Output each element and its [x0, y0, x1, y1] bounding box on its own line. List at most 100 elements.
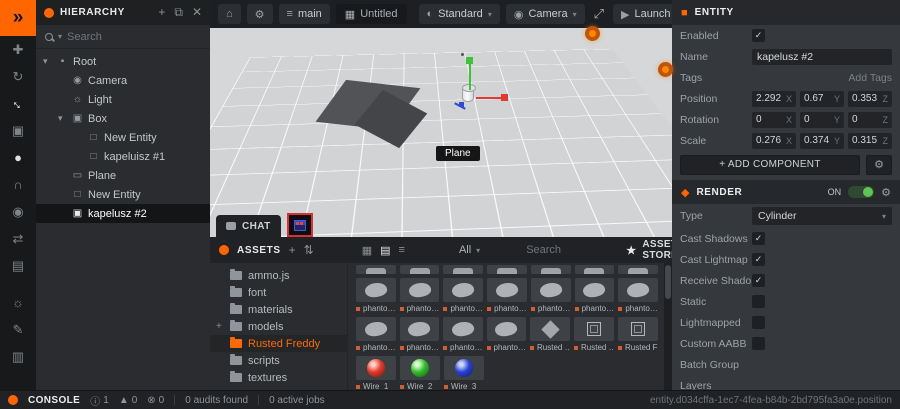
- chat-tab[interactable]: CHAT: [216, 215, 281, 237]
- folder-rusted-freddy-selected[interactable]: Rusted Freddy: [210, 335, 347, 352]
- cast-lightmap-checkbox[interactable]: ✓: [752, 253, 765, 266]
- asset-tile-phanto[interactable]: phanto…: [356, 317, 396, 352]
- warning-count[interactable]: ▲ 0: [119, 395, 137, 406]
- info-count[interactable]: ⓘ 1: [90, 393, 109, 408]
- shading-dropdown[interactable]: ◐ Standard ▾: [418, 4, 500, 24]
- receive-shadows-checkbox[interactable]: ✓: [752, 274, 765, 287]
- gizmo-x-handle[interactable]: [501, 94, 508, 101]
- asset-tile-rusted-material[interactable]: Rusted …: [530, 317, 570, 352]
- folder-textures[interactable]: textures: [210, 369, 347, 386]
- rotate-tool-icon[interactable]: ↻: [0, 63, 36, 90]
- scrollbar-thumb[interactable]: [665, 265, 671, 299]
- asset-tile-rusted-freddy[interactable]: Rusted Fr…: [618, 317, 658, 352]
- asset-tile[interactable]: [574, 265, 615, 274]
- translate-tool-icon[interactable]: ✚: [0, 36, 36, 63]
- gizmo-y-handle[interactable]: [466, 57, 473, 64]
- snap-tool-icon[interactable]: ∩: [0, 171, 36, 198]
- add-component-button[interactable]: + ADD COMPONENT: [680, 154, 860, 175]
- delete-entity-icon[interactable]: ✕: [192, 5, 202, 20]
- name-field[interactable]: [752, 48, 892, 65]
- asset-tile-phanto[interactable]: phanto…: [618, 278, 659, 313]
- playcanvas-logo-icon[interactable]: »: [0, 0, 36, 36]
- folder-ammo-js[interactable]: ammo.js: [210, 267, 347, 284]
- gizmo-x-axis[interactable]: [476, 97, 502, 99]
- tree-item-kapeluisz-1[interactable]: □ kapeluisz #1: [36, 147, 210, 166]
- asset-tile[interactable]: [487, 265, 527, 274]
- asset-tile[interactable]: [399, 265, 440, 274]
- folder-font[interactable]: font: [210, 284, 347, 301]
- folder-models[interactable]: + models: [210, 318, 347, 335]
- position-x-field[interactable]: 2.292 X: [752, 90, 796, 107]
- cylinder-entity[interactable]: [462, 84, 476, 102]
- assets-search-input[interactable]: [526, 244, 619, 256]
- view-large-grid-icon[interactable]: ▤: [380, 244, 390, 257]
- cast-shadows-checkbox[interactable]: ✓: [752, 232, 765, 245]
- resize-tool-icon[interactable]: ▣: [0, 117, 36, 144]
- asset-tile[interactable]: [443, 265, 484, 274]
- asset-store-button[interactable]: ★ ASSET STORE: [626, 239, 678, 261]
- tree-item-plane[interactable]: ▭ Plane: [36, 166, 210, 185]
- component-settings-button[interactable]: ⚙: [866, 154, 892, 175]
- view-list-icon[interactable]: ≡: [399, 244, 405, 257]
- user-avatar[interactable]: [286, 213, 313, 237]
- brightness-tool-icon[interactable]: ☼: [0, 289, 36, 316]
- import-asset-icon[interactable]: ⇅: [304, 243, 314, 257]
- render-enabled-toggle[interactable]: [848, 186, 875, 198]
- scale-tool-icon[interactable]: ↔: [8, 94, 28, 114]
- asset-tile-wire-3[interactable]: Wire_3: [444, 356, 484, 390]
- rotation-z-field[interactable]: 0Z: [848, 111, 892, 128]
- viewport[interactable]: ⌂ ⚙ ≡ main ▦ Untitled ◐ Standard ▾ ◉ Cam…: [210, 0, 672, 237]
- asset-grid-scrollbar[interactable]: [664, 263, 672, 390]
- console-bar[interactable]: CONSOLE ⓘ 1 ▲ 0 ⊗ 0 0 audits found 0 active…: [0, 390, 900, 409]
- tree-item-camera[interactable]: ◉ Camera: [36, 71, 210, 90]
- asset-tile-wire-2[interactable]: Wire_2: [400, 356, 440, 390]
- asset-tile-phanto[interactable]: phanto…: [486, 317, 526, 352]
- enabled-checkbox[interactable]: ✓: [752, 29, 765, 42]
- asset-tile-rusted-model[interactable]: Rusted …: [574, 317, 614, 352]
- search-caret-icon[interactable]: ▾: [58, 32, 62, 41]
- add-entity-icon[interactable]: +: [158, 5, 165, 20]
- position-z-field[interactable]: 0.353 Z: [848, 90, 892, 107]
- scale-x-field[interactable]: 0.276 X: [752, 132, 796, 149]
- swap-tool-icon[interactable]: ⇄: [0, 225, 36, 252]
- tree-item-root[interactable]: ▾ ▪ Root: [36, 52, 210, 71]
- gizmo-z-handle[interactable]: [459, 102, 464, 107]
- tab-untitled[interactable]: ▦ Untitled: [335, 4, 407, 24]
- asset-tile-phanto[interactable]: phanto…: [399, 278, 440, 313]
- duplicate-entity-icon[interactable]: ⧉: [174, 5, 183, 20]
- launch-button[interactable]: ▶ Launch: [612, 4, 672, 24]
- asset-tile-phanto[interactable]: phanto…: [399, 317, 439, 352]
- layers-tool-icon[interactable]: ▤: [0, 252, 36, 279]
- fullscreen-icon[interactable]: ⤢: [591, 6, 607, 22]
- asset-filter-dropdown[interactable]: All ▾: [459, 244, 480, 256]
- rotation-x-field[interactable]: 0X: [752, 111, 796, 128]
- position-y-field[interactable]: 0.67 Y: [800, 90, 844, 107]
- folder-materials[interactable]: materials: [210, 301, 347, 318]
- tree-item-kapelusz-2-selected[interactable]: ▣ kapelusz #2: [36, 204, 210, 223]
- add-asset-icon[interactable]: +: [289, 243, 296, 257]
- asset-tile-phanto[interactable]: phanto…: [487, 278, 527, 313]
- home-button[interactable]: ⌂: [218, 4, 241, 24]
- custom-aabb-checkbox[interactable]: [752, 337, 765, 350]
- asset-tile-phanto[interactable]: phanto…: [443, 278, 484, 313]
- tree-item-light[interactable]: ☼ Light: [36, 90, 210, 109]
- tags-field[interactable]: [752, 69, 892, 86]
- scene-selector-button[interactable]: ≡ main: [278, 4, 330, 24]
- asset-tile[interactable]: [618, 265, 659, 274]
- scale-y-field[interactable]: 0.374 Y: [800, 132, 844, 149]
- scale-z-field[interactable]: 0.315 Z: [848, 132, 892, 149]
- rotation-y-field[interactable]: 0Y: [800, 111, 844, 128]
- error-count[interactable]: ⊗ 0: [147, 395, 164, 406]
- expander-icon[interactable]: ▾: [43, 56, 52, 67]
- asset-tile-phanto[interactable]: phanto…: [530, 278, 571, 313]
- tree-item-box[interactable]: ▾ ▣ Box: [36, 109, 210, 128]
- asset-tile-phanto[interactable]: phanto…: [574, 278, 615, 313]
- asset-tile-phanto[interactable]: phanto…: [356, 278, 396, 313]
- scene-canvas[interactable]: Plane: [210, 28, 672, 237]
- hierarchy-search-input[interactable]: [67, 30, 178, 43]
- camera-dropdown[interactable]: ◉ Camera ▾: [505, 4, 585, 24]
- folder-scripts[interactable]: scripts: [210, 352, 347, 369]
- tree-item-new-entity-2[interactable]: □ New Entity: [36, 185, 210, 204]
- view-small-grid-icon[interactable]: ▦: [362, 244, 372, 257]
- asset-tile[interactable]: [530, 265, 571, 274]
